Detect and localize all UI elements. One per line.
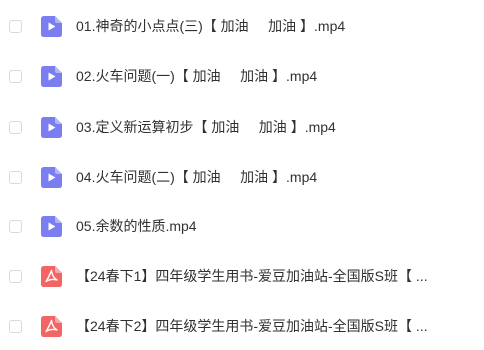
file-list: 01.神奇的小点点(三)【 加油 加油 】.mp4 02.火车问题(一)【 加油…: [0, 0, 484, 337]
row-checkbox[interactable]: [9, 19, 22, 33]
file-name[interactable]: 01.神奇的小点点(三)【 加油 加油 】.mp4: [76, 16, 345, 36]
file-row[interactable]: 【24春下1】四年级学生用书-爱豆加油站-全国版S班【 ...: [0, 252, 484, 300]
file-row[interactable]: 02.火车问题(一)【 加油 加油 】.mp4: [0, 52, 484, 100]
row-checkbox[interactable]: [9, 319, 22, 333]
pdf-file-icon: [41, 265, 62, 287]
pdf-file-icon: [41, 315, 62, 337]
row-checkbox[interactable]: [9, 269, 22, 283]
file-row[interactable]: 05.余数的性质.mp4: [0, 202, 484, 250]
row-checkbox[interactable]: [9, 170, 22, 184]
file-name[interactable]: 03.定义新运算初步【 加油 加油 】.mp4: [76, 117, 336, 137]
row-checkbox[interactable]: [9, 219, 22, 233]
file-name[interactable]: 05.余数的性质.mp4: [76, 216, 197, 236]
row-checkbox[interactable]: [9, 69, 22, 83]
file-row[interactable]: 03.定义新运算初步【 加油 加油 】.mp4: [0, 103, 484, 151]
video-file-icon: [41, 65, 62, 87]
file-name[interactable]: 04.火车问题(二)【 加油 加油 】.mp4: [76, 167, 317, 187]
video-file-icon: [41, 215, 62, 237]
video-file-icon: [41, 15, 62, 37]
row-checkbox[interactable]: [9, 120, 22, 134]
file-name[interactable]: 【24春下2】四年级学生用书-爱豆加油站-全国版S班【 ...: [76, 316, 428, 336]
file-row[interactable]: 01.神奇的小点点(三)【 加油 加油 】.mp4: [0, 2, 484, 50]
file-name[interactable]: 02.火车问题(一)【 加油 加油 】.mp4: [76, 66, 317, 86]
file-name[interactable]: 【24春下1】四年级学生用书-爱豆加油站-全国版S班【 ...: [76, 266, 428, 286]
video-file-icon: [41, 116, 62, 138]
file-row[interactable]: 【24春下2】四年级学生用书-爱豆加油站-全国版S班【 ...: [0, 302, 484, 350]
video-file-icon: [41, 166, 62, 188]
file-row[interactable]: 04.火车问题(二)【 加油 加油 】.mp4: [0, 153, 484, 201]
